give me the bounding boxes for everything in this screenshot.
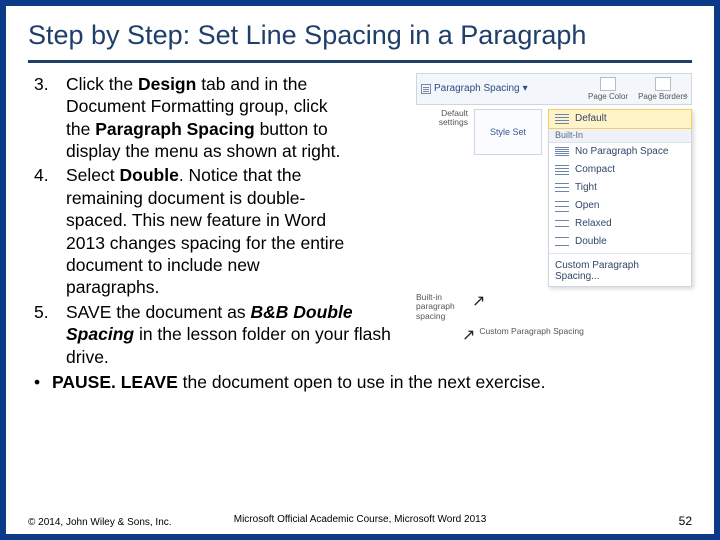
default-settings-label: Default settings bbox=[416, 109, 468, 287]
lines-icon bbox=[555, 164, 569, 176]
callout-builtin: Built-in paragraph spacing ↗ bbox=[416, 293, 692, 321]
paragraph-spacing-button: Paragraph Spacing ▾ bbox=[421, 83, 528, 94]
ribbon-right-group: Page Color Page Borders bbox=[588, 77, 687, 101]
style-set-box: Style Set bbox=[474, 109, 542, 155]
option-default: Default bbox=[549, 110, 691, 128]
option-no-space: No Paragraph Space bbox=[549, 143, 691, 161]
step-item: 5. SAVE the document as B&B Double Spaci… bbox=[66, 301, 406, 368]
paragraph-spacing-label: Paragraph Spacing bbox=[434, 83, 520, 94]
option-relaxed: Relaxed bbox=[549, 215, 691, 233]
step-text: Select Double. Notice that the remaining… bbox=[66, 164, 346, 298]
footer-copyright: © 2014, John Wiley & Sons, Inc. bbox=[28, 517, 172, 528]
chevron-up-icon: ^ bbox=[684, 92, 688, 102]
paragraph-spacing-dropdown: Default Built-In No Paragraph Space Comp… bbox=[548, 109, 692, 287]
step-number: 3. bbox=[30, 73, 66, 163]
dropdown-caret-icon: ▾ bbox=[523, 83, 528, 94]
lines-icon bbox=[555, 113, 569, 125]
body-row: 3.Click the Design tab and in the Docume… bbox=[28, 73, 692, 370]
footer-course: Microsoft Official Academic Course, Micr… bbox=[234, 514, 487, 525]
option-custom: Custom Paragraph Spacing... bbox=[549, 256, 691, 286]
ribbon-item-page-color: Page Color bbox=[588, 77, 628, 101]
step-text: SAVE the document as B&B Double Spacing … bbox=[66, 301, 406, 368]
step-text: Click the Design tab and in the Document… bbox=[66, 73, 346, 163]
paragraph-spacing-icon bbox=[421, 84, 431, 94]
step-item: 3.Click the Design tab and in the Docume… bbox=[66, 73, 406, 163]
step-item: 4.Select Double. Notice that the remaini… bbox=[66, 164, 406, 298]
pause-text: PAUSE. LEAVE the document open to use in… bbox=[52, 371, 546, 393]
step-number: 5. bbox=[30, 301, 66, 368]
option-compact: Compact bbox=[549, 161, 691, 179]
lines-icon bbox=[555, 182, 569, 194]
option-double: Double bbox=[549, 233, 691, 251]
arrow-icon: ↗ bbox=[472, 291, 485, 311]
title-rule bbox=[28, 60, 692, 63]
option-tight: Tight bbox=[549, 179, 691, 197]
lines-icon bbox=[555, 218, 569, 230]
arrow-icon: ↗ bbox=[462, 325, 475, 345]
page-number: 52 bbox=[679, 514, 692, 528]
ribbon: Paragraph Spacing ▾ Page Color Page Bord… bbox=[416, 73, 692, 105]
slide-title: Step by Step: Set Line Spacing in a Para… bbox=[28, 20, 692, 58]
row-styleset: Default settings Style Set Default Built… bbox=[416, 109, 692, 287]
builtin-header: Built-In bbox=[549, 128, 691, 143]
screenshot-mock: Paragraph Spacing ▾ Page Color Page Bord… bbox=[416, 73, 692, 370]
footer: © 2014, John Wiley & Sons, Inc. Microsof… bbox=[28, 514, 692, 528]
step-number: 4. bbox=[30, 164, 66, 298]
lines-icon bbox=[555, 236, 569, 248]
ribbon-item-page-borders: Page Borders bbox=[638, 77, 687, 101]
option-open: Open bbox=[549, 197, 691, 215]
text-column: 3.Click the Design tab and in the Docume… bbox=[28, 73, 406, 370]
step-list: 3.Click the Design tab and in the Docume… bbox=[28, 73, 406, 368]
callout-custom: ↗ Custom Paragraph Spacing bbox=[462, 327, 692, 347]
separator bbox=[549, 253, 691, 254]
bullet-icon: • bbox=[34, 371, 52, 393]
slide: Step by Step: Set Line Spacing in a Para… bbox=[6, 6, 714, 534]
lines-icon bbox=[555, 146, 569, 158]
lines-icon bbox=[555, 200, 569, 212]
pause-line: • PAUSE. LEAVE the document open to use … bbox=[28, 371, 692, 393]
